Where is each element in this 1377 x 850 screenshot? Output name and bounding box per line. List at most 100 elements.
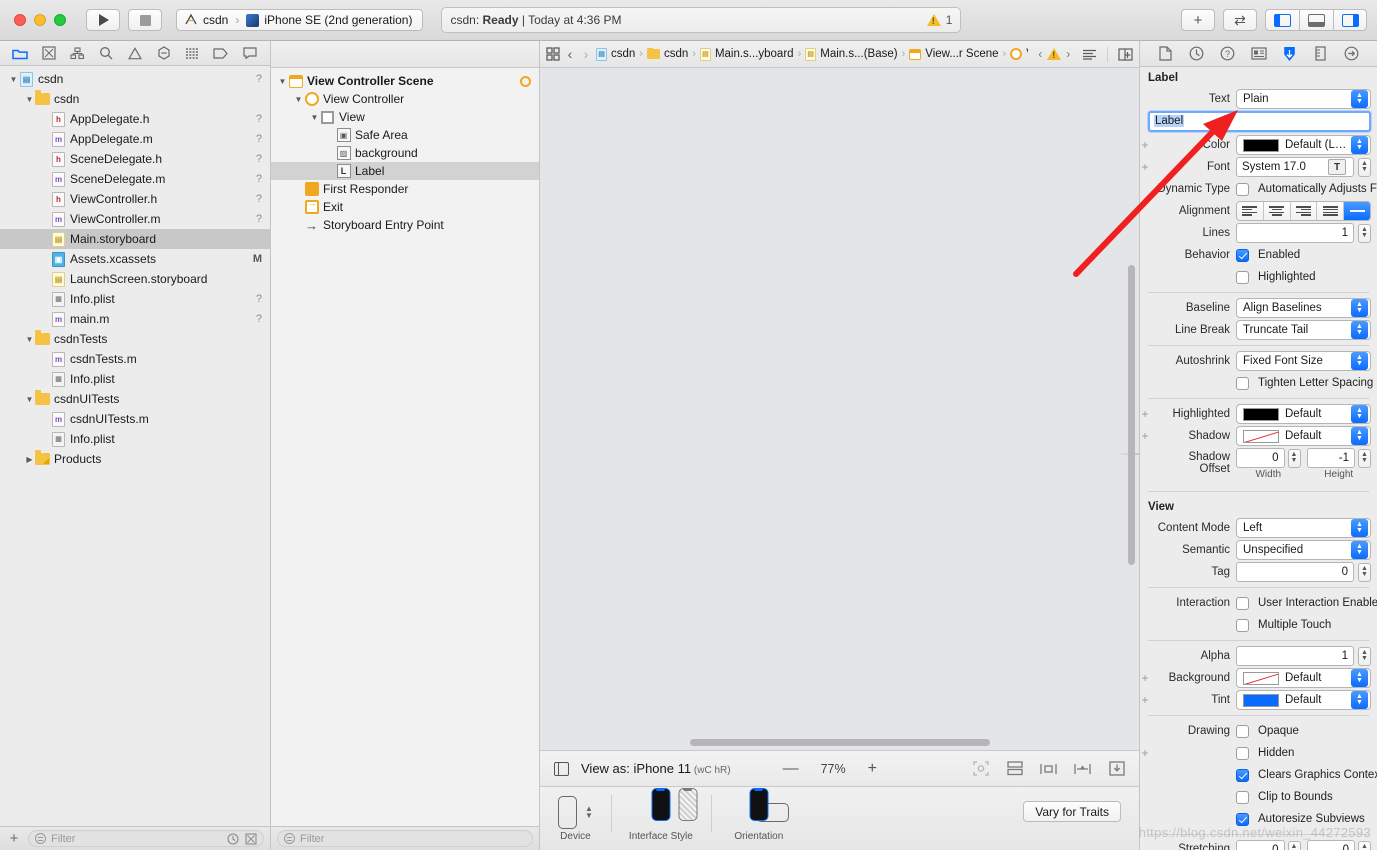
view-as-control[interactable]: View as: iPhone 11 (wC hR) xyxy=(581,761,731,776)
storyboard-canvas[interactable]: 9:41 Label xyxy=(540,68,1139,750)
text-style-popup[interactable]: Plain ▲▼ xyxy=(1236,89,1371,109)
navigate-back-icon[interactable]: ‹ xyxy=(564,46,576,62)
run-button[interactable] xyxy=(86,9,120,31)
navigator-row-selected[interactable]: ▤Main.storyboard xyxy=(0,229,270,249)
previous-issue-icon[interactable]: ‹ xyxy=(1038,47,1042,61)
disclosure-triangle[interactable]: ▼ xyxy=(293,95,304,104)
shadow-add-variation-button[interactable]: + xyxy=(1140,429,1150,443)
navigator-row[interactable]: hViewController.h? xyxy=(0,189,270,209)
disclosure-triangle[interactable]: ▼ xyxy=(309,113,320,122)
navigator-row[interactable]: ▦Info.plist? xyxy=(0,289,270,309)
navigator-tab-project[interactable] xyxy=(9,44,31,63)
navigator-row[interactable]: ▤LaunchScreen.storyboard xyxy=(0,269,270,289)
navigator-row[interactable]: mViewController.m? xyxy=(0,209,270,229)
alpha-input[interactable]: 1 xyxy=(1236,646,1354,666)
navigator-row[interactable]: ▼▤csdn? xyxy=(0,69,270,89)
user-interaction-enabled-checkbox[interactable] xyxy=(1236,597,1249,610)
outline-row[interactable]: Exit xyxy=(271,198,539,216)
source-control-filter-icon[interactable] xyxy=(244,832,257,845)
outline-row[interactable]: ▣Safe Area xyxy=(271,126,539,144)
resolve-issues-icon[interactable] xyxy=(1108,761,1125,777)
breadcrumb-item-4[interactable]: View...r Scene xyxy=(909,48,998,60)
navigator-row[interactable]: ▶Products xyxy=(0,449,270,469)
navigator-row[interactable]: ▼csdnUITests xyxy=(0,389,270,409)
scheme-selector[interactable]: csdn › iPhone SE (2nd generation) xyxy=(176,9,423,31)
navigator-tab-source-control[interactable] xyxy=(38,44,60,63)
outline-row[interactable]: ▼View Controller xyxy=(271,90,539,108)
align-justified-button[interactable] xyxy=(1317,202,1344,220)
navigator-tab-debug[interactable] xyxy=(181,44,203,63)
outline-row[interactable]: ▼View Controller Scene xyxy=(271,72,539,90)
close-window-button[interactable] xyxy=(14,14,26,26)
content-mode-popup[interactable]: Left ▲▼ xyxy=(1236,518,1371,538)
align-left-button[interactable] xyxy=(1237,202,1264,220)
highlighted-checkbox[interactable] xyxy=(1236,271,1249,284)
shadow-offset-height-input[interactable]: -1 xyxy=(1307,448,1356,468)
project-file-tree[interactable]: ▼▤csdn?▼csdnhAppDelegate.h?mAppDelegate.… xyxy=(0,66,270,826)
orientation-trait-group[interactable]: Orientation xyxy=(711,793,807,842)
alpha-stepper[interactable]: ▲▼ xyxy=(1358,647,1371,666)
outline-row[interactable]: ▼View xyxy=(271,108,539,126)
navigator-filter-input[interactable]: Filter xyxy=(28,830,264,847)
jumpbar-warning-icon[interactable] xyxy=(1047,48,1061,60)
navigator-row[interactable]: hAppDelegate.h? xyxy=(0,109,270,129)
disclosure-triangle[interactable]: ▼ xyxy=(8,75,19,84)
align-icon[interactable] xyxy=(1040,761,1057,777)
navigator-tab-report[interactable] xyxy=(239,44,261,63)
multiple-touch-checkbox[interactable] xyxy=(1236,619,1249,632)
navigator-row[interactable]: ▦Info.plist xyxy=(0,369,270,389)
font-stepper[interactable]: ▲▼ xyxy=(1358,158,1371,177)
vary-for-traits-button[interactable]: Vary for Traits xyxy=(1023,801,1121,822)
outline-row[interactable]: →Storyboard Entry Point xyxy=(271,216,539,234)
color-add-variation-button[interactable]: + xyxy=(1140,138,1150,152)
disclosure-triangle[interactable]: ▶ xyxy=(24,455,35,464)
warning-icon[interactable] xyxy=(927,14,941,26)
navigator-row[interactable]: hSceneDelegate.h? xyxy=(0,149,270,169)
lines-stepper[interactable]: ▲▼ xyxy=(1358,224,1371,243)
activity-status-bar[interactable]: csdn: Ready | Today at 4:36 PM 1 xyxy=(441,7,961,33)
identity-inspector-tab[interactable] xyxy=(1249,45,1269,63)
font-field[interactable]: System 17.0 T xyxy=(1236,157,1354,177)
navigator-row[interactable]: ▣Assets.xcassetsM xyxy=(0,249,270,269)
navigator-row[interactable]: mcsdnUITests.m xyxy=(0,409,270,429)
scene-entry-dot-icon[interactable] xyxy=(520,76,531,87)
recent-files-icon[interactable] xyxy=(226,832,239,845)
outline-toggle-icon[interactable] xyxy=(1082,49,1097,60)
shadow-color-popup[interactable]: Default ▲▼ xyxy=(1236,426,1371,446)
portrait-icon[interactable] xyxy=(749,788,768,821)
device-trait-group[interactable]: ▲▼ Device xyxy=(540,793,611,842)
add-editor-button[interactable]: + xyxy=(1181,9,1215,31)
window-controls[interactable] xyxy=(0,14,66,26)
breadcrumb-item-2[interactable]: ▤Main.s...yboard xyxy=(700,48,794,61)
disclosure-triangle[interactable]: ▼ xyxy=(24,95,35,104)
add-assistant-editor-icon[interactable] xyxy=(1118,48,1133,61)
toggle-navigator-button[interactable] xyxy=(1265,9,1299,31)
lines-input[interactable]: 1 xyxy=(1236,223,1354,243)
align-center-button[interactable] xyxy=(1264,202,1291,220)
file-inspector-tab[interactable] xyxy=(1156,45,1176,63)
stretching-y-stepper[interactable]: ▲▼ xyxy=(1358,841,1371,850)
line-break-popup[interactable]: Truncate Tail ▲▼ xyxy=(1236,320,1371,340)
zoom-out-button[interactable]: — xyxy=(783,760,799,778)
navigate-back-forward-button[interactable]: ⇄ xyxy=(1223,9,1257,31)
navigator-row[interactable]: ▼csdn xyxy=(0,89,270,109)
shadow-offset-height-stepper[interactable]: ▲▼ xyxy=(1358,449,1371,468)
navigator-row[interactable]: mSceneDelegate.m? xyxy=(0,169,270,189)
stretching-y-input[interactable]: 0 xyxy=(1307,840,1356,850)
tighten-letter-spacing-checkbox[interactable] xyxy=(1236,377,1249,390)
outline-row[interactable]: ▨background xyxy=(271,144,539,162)
breadcrumb[interactable]: ▤csdn›csdn›▤Main.s...yboard›▤Main.s...(B… xyxy=(596,48,1028,61)
tint-add-variation-button[interactable]: + xyxy=(1140,693,1150,707)
breadcrumb-item-0[interactable]: ▤csdn xyxy=(596,48,635,61)
canvas-horizontal-scrollbar[interactable] xyxy=(690,739,990,746)
outline-filter-input[interactable]: Filter xyxy=(277,830,533,847)
stretching-x-stepper[interactable]: ▲▼ xyxy=(1288,841,1301,850)
navigator-row[interactable]: ▦Info.plist xyxy=(0,429,270,449)
light-mode-icon[interactable] xyxy=(651,788,670,821)
navigator-row[interactable]: mmain.m? xyxy=(0,309,270,329)
font-picker-icon[interactable]: T xyxy=(1328,159,1346,175)
toggle-debug-area-button[interactable] xyxy=(1299,9,1333,31)
outline-row-selected[interactable]: LLabel xyxy=(271,162,539,180)
stretching-x-input[interactable]: 0 xyxy=(1236,840,1285,850)
label-text-input[interactable]: Label xyxy=(1148,111,1371,132)
